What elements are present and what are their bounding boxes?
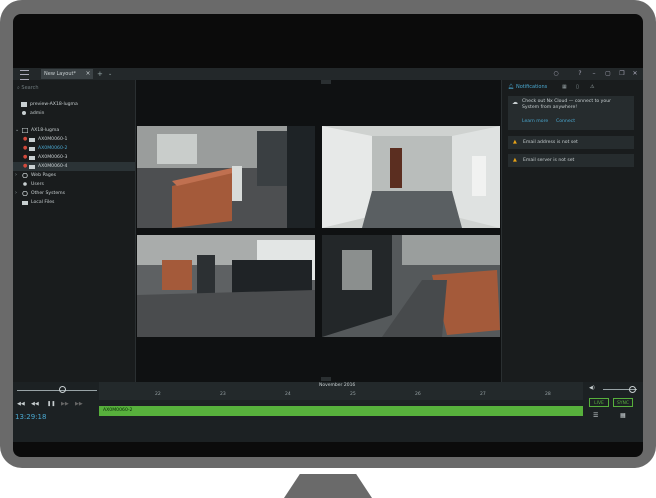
- warning-icon: ▲: [513, 157, 517, 163]
- bell-icon: 🔔︎: [508, 84, 515, 90]
- camera-icon: [29, 147, 35, 151]
- tab-close-icon[interactable]: ×: [83, 69, 93, 79]
- camera-recording-track[interactable]: AX0M0060-2: [99, 406, 583, 416]
- camera-icon: [29, 156, 35, 160]
- rewind-icon[interactable]: ◀◀: [31, 401, 39, 407]
- user-icon: [22, 111, 26, 115]
- new-tab-icon[interactable]: +: [97, 69, 103, 79]
- tree-item-camera-3[interactable]: ● AX0M0060-3: [13, 153, 135, 162]
- previous-chunk-icon[interactable]: ◀◀: [17, 401, 25, 407]
- minimize-icon[interactable]: –: [589, 69, 599, 79]
- timeline-tick: 28: [545, 392, 551, 397]
- timeline-ruler[interactable]: November 2016 22 23 24 25 26 27 28: [99, 382, 583, 400]
- volume-icon[interactable]: ◀): [589, 385, 595, 391]
- search-field[interactable]: ⌕ Search: [17, 83, 39, 93]
- layout-scene: [136, 80, 501, 382]
- sync-button[interactable]: SYNC: [613, 398, 633, 407]
- globe-icon: [22, 173, 28, 178]
- timeline-tick: 27: [480, 392, 486, 397]
- warning-icon: ▲: [513, 139, 517, 145]
- timeline-panel: ◀◀ ◀◀ ❚❚ ▶▶ ▶▶ 13:29:18 November 2016 22…: [13, 382, 643, 442]
- timeline-tick: 24: [285, 392, 291, 397]
- server-icon: [21, 102, 27, 107]
- tree-item-camera-1[interactable]: ● AX0M0060-1: [13, 135, 135, 144]
- expand-arrow-icon[interactable]: ›: [15, 171, 17, 180]
- speed-slider[interactable]: [17, 390, 97, 391]
- tree-item-other-systems[interactable]: › Other Systems: [13, 189, 135, 198]
- resource-tree-panel: ⌕ Search preview-AX18-lugma admin ⌄ AX18…: [13, 80, 136, 382]
- timeline-tick: 22: [155, 392, 161, 397]
- restore-icon[interactable]: ❐: [617, 69, 627, 79]
- search-placeholder: Search: [21, 85, 39, 91]
- camera-icon: [29, 165, 35, 169]
- current-time: 13:29:18: [15, 413, 47, 421]
- cloud-icon: ☁: [512, 99, 518, 106]
- pause-icon[interactable]: ❚❚: [47, 401, 55, 407]
- tree-item-server[interactable]: preview-AX18-lugma: [13, 100, 135, 109]
- timeline-month-label: November 2016: [319, 383, 356, 388]
- monitor-stand: [284, 474, 372, 498]
- camera-feed-image: [322, 235, 500, 337]
- calendar-icon[interactable]: ▦: [620, 412, 626, 419]
- timeline-tick: 23: [220, 392, 226, 397]
- track-camera-label: AX0M0060-2: [103, 408, 133, 413]
- camera-tile-3[interactable]: [137, 235, 315, 337]
- camera-icon: [29, 138, 35, 142]
- title-bar: New Layout* × + ⌄ ○ ? – ▢ ❐ ✕: [13, 68, 643, 80]
- learn-more-link[interactable]: Learn more: [522, 119, 548, 124]
- monitor-screen: New Layout* × + ⌄ ○ ? – ▢ ❐ ✕ ⌕ Search p…: [13, 14, 643, 457]
- email-address-warning[interactable]: ▲ Email address is not set: [508, 136, 634, 149]
- help-icon[interactable]: ?: [575, 69, 585, 79]
- main-menu-icon[interactable]: [20, 70, 29, 80]
- speed-slider-handle[interactable]: [59, 386, 66, 393]
- search-icon: ⌕: [17, 85, 20, 91]
- app-window: New Layout* × + ⌄ ○ ? – ▢ ❐ ✕ ⌕ Search p…: [13, 68, 643, 442]
- camera-tile-4[interactable]: [322, 235, 500, 337]
- email-server-warning[interactable]: ▲ Email server is not set: [508, 154, 634, 167]
- forward-icon[interactable]: ▶▶: [61, 401, 69, 407]
- camera-tile-1[interactable]: [137, 126, 315, 228]
- camera-feed-image: [322, 126, 500, 228]
- tree-item-web-pages[interactable]: › Web Pages: [13, 171, 135, 180]
- expand-arrow-icon[interactable]: ›: [15, 189, 17, 198]
- cloud-icon[interactable]: ○: [551, 69, 561, 79]
- users-icon: [23, 182, 27, 186]
- tree-item-system[interactable]: ⌄ AX18-lugma: [13, 126, 135, 135]
- tab-bookmarks-icon[interactable]: ▯: [576, 82, 579, 92]
- volume-slider-handle[interactable]: [629, 386, 636, 393]
- camera-tile-2[interactable]: [322, 126, 500, 228]
- cloud-notification: ☁ Check out Nx Cloud — connect to your S…: [508, 96, 634, 130]
- fullscreen-icon[interactable]: ▢: [603, 69, 613, 79]
- top-panel-toggle[interactable]: [321, 80, 331, 84]
- network-icon: [22, 191, 28, 196]
- tree-item-camera-4[interactable]: ● AX0M0060-4: [13, 162, 135, 171]
- tab-events-icon[interactable]: ⚠: [590, 82, 594, 92]
- connect-link[interactable]: Connect: [556, 119, 575, 124]
- notifications-panel: 🔔︎ Notifications ▦ ▯ ⚠ ☁ Check out Nx Cl…: [501, 80, 643, 382]
- next-chunk-icon[interactable]: ▶▶: [75, 401, 83, 407]
- tab-label: New Layout*: [44, 71, 76, 77]
- cloud-notification-text: Check out Nx Cloud — connect to your Sys…: [522, 99, 611, 110]
- expand-arrow-icon[interactable]: ⌄: [15, 126, 19, 135]
- timeline-tick: 25: [350, 392, 356, 397]
- live-button[interactable]: LIVE: [589, 398, 609, 407]
- camera-feed-image: [137, 235, 315, 337]
- tab-list-chevron-icon[interactable]: ⌄: [108, 69, 112, 79]
- tree-item-users[interactable]: Users: [13, 180, 135, 189]
- tree-item-user[interactable]: admin: [13, 109, 135, 118]
- folder-icon: [22, 201, 28, 205]
- monitor-frame: New Layout* × + ⌄ ○ ? – ▢ ❐ ✕ ⌕ Search p…: [0, 0, 656, 468]
- timeline-tick: 26: [415, 392, 421, 397]
- tab-tiles-icon[interactable]: ▦: [562, 82, 567, 92]
- tree-item-local-files[interactable]: Local Files: [13, 198, 135, 207]
- tree-item-camera-2[interactable]: ● AX0M0060-2: [13, 144, 135, 153]
- bottom-panel-toggle[interactable]: [321, 377, 331, 381]
- close-icon[interactable]: ✕: [630, 69, 640, 79]
- thumbnails-icon[interactable]: ☰: [593, 412, 598, 419]
- tab-notifications[interactable]: 🔔︎ Notifications: [508, 82, 547, 92]
- camera-feed-image: [137, 126, 315, 228]
- system-icon: [22, 128, 28, 133]
